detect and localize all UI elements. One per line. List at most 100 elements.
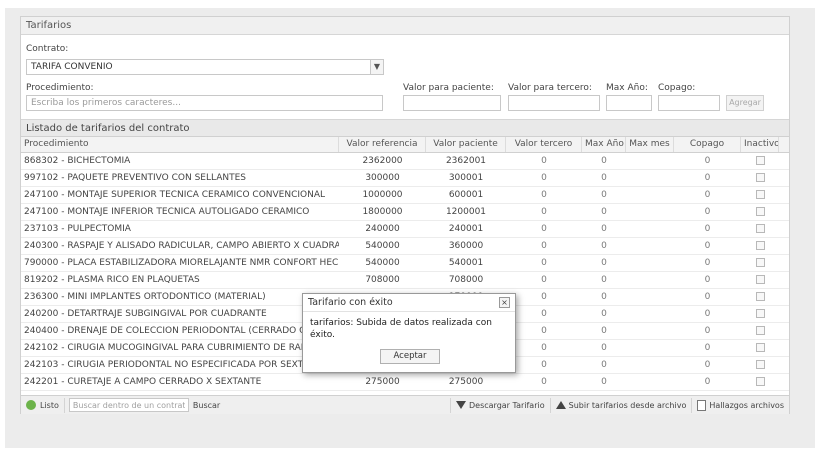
- cell-max-mes: [626, 374, 674, 390]
- cell-valor-referencia: 2362000: [362, 156, 403, 166]
- column-header-max-mes[interactable]: Max mes: [626, 137, 674, 152]
- inactivo-checkbox[interactable]: [755, 190, 765, 199]
- subir-tarifarios-button[interactable]: Subir tarifarios desde archivo: [551, 397, 693, 413]
- inactivo-checkbox[interactable]: [755, 326, 765, 335]
- column-header-inactivo[interactable]: Inactivo: [741, 137, 779, 152]
- valor-tercero-input[interactable]: [508, 95, 600, 111]
- dialog-message: tarifarios: Subida de datos realizada co…: [310, 318, 492, 340]
- cell-valor-referencia: 240000: [365, 224, 400, 234]
- table-row[interactable]: 240300 - RASPAJE Y ALISADO RADICULAR, CA…: [21, 238, 789, 255]
- valor-paciente-label: Valor para paciente:: [403, 83, 494, 93]
- table-row[interactable]: 247100 - MONTAJE SUPERIOR TECNICA CERAMI…: [21, 187, 789, 204]
- cell-procedimiento: 819202 - PLASMA RICO EN PLAQUETAS: [24, 275, 200, 285]
- cell-valor-tercero: 0: [541, 190, 547, 200]
- panel-title: Tarifarios: [21, 17, 789, 35]
- table-row[interactable]: 247100 - MONTAJE INFERIOR TECNICA AUTOLI…: [21, 204, 789, 221]
- cell-valor-tercero: 0: [541, 173, 547, 183]
- inactivo-checkbox[interactable]: [755, 292, 765, 301]
- max-anio-label: Max Año:: [606, 83, 648, 93]
- table-row[interactable]: 790000 - PLACA ESTABILIZADORA MIORELAJAN…: [21, 255, 789, 272]
- cell-inactivo: [741, 272, 779, 288]
- inactivo-checkbox[interactable]: [755, 309, 765, 318]
- buscar-button[interactable]: Buscar: [193, 401, 220, 410]
- grid-footer: Listo Buscar Descargar Tarifario Subir t…: [21, 395, 789, 414]
- procedimiento-label: Procedimiento:: [26, 83, 94, 93]
- table-row[interactable]: 819202 - PLASMA RICO EN PLAQUETAS 708000 7…: [21, 272, 789, 289]
- cell-valor-tercero: 0: [541, 241, 547, 251]
- cell-valor-paciente: 2362001: [445, 156, 487, 166]
- cell-max-anio: 0: [601, 377, 607, 387]
- column-header-copago[interactable]: Copago: [674, 137, 741, 152]
- column-header-valor-referencia[interactable]: Valor referencia: [339, 137, 426, 152]
- cell-inactivo: [741, 153, 779, 169]
- inactivo-checkbox[interactable]: [755, 224, 765, 233]
- dialog-title-bar: Tarifario con éxito ×: [303, 294, 515, 312]
- cell-inactivo: [741, 170, 779, 186]
- cell-max-mes: [626, 289, 674, 305]
- inactivo-checkbox[interactable]: [755, 343, 765, 352]
- descargar-label: Descargar Tarifario: [469, 400, 545, 410]
- cell-max-anio: 0: [601, 275, 607, 285]
- grid-caption: Listado de tarifarios del contrato: [21, 120, 789, 137]
- cell-copago: 0: [704, 241, 711, 251]
- table-row[interactable]: 237103 - PULPECTOMIA 240000 240001 0 0 0: [21, 221, 789, 238]
- contrato-select[interactable]: TARIFA CONVENIO: [26, 59, 371, 75]
- table-row[interactable]: 997102 - PAQUETE PREVENTIVO CON SELLANTE…: [21, 170, 789, 187]
- cell-max-mes: [626, 221, 674, 237]
- inactivo-checkbox[interactable]: [755, 377, 765, 386]
- inactivo-checkbox[interactable]: [755, 360, 765, 369]
- cell-procedimiento: 868302 - BICHECTOMIA: [24, 156, 131, 166]
- inactivo-checkbox[interactable]: [755, 156, 765, 165]
- table-row[interactable]: 242201 - CURETAJE A CAMPO CERRADO X SEXT…: [21, 374, 789, 391]
- cell-valor-referencia: 1800000: [362, 207, 403, 217]
- cell-valor-paciente: 360000: [448, 241, 484, 251]
- cell-max-anio: 0: [601, 292, 607, 302]
- cell-max-mes: [626, 153, 674, 169]
- cell-valor-tercero: 0: [541, 258, 547, 268]
- cell-inactivo: [741, 306, 779, 322]
- cell-procedimiento: 247100 - MONTAJE INFERIOR TECNICA AUTOLI…: [24, 207, 310, 217]
- descargar-tarifario-button[interactable]: Descargar Tarifario: [450, 397, 551, 413]
- grid-search-input[interactable]: [68, 398, 189, 412]
- inactivo-checkbox[interactable]: [755, 173, 765, 182]
- cell-max-anio: 0: [601, 258, 607, 268]
- copago-input[interactable]: [658, 95, 720, 111]
- hallazgos-archivos-button[interactable]: Hallazgos archivos: [692, 398, 789, 413]
- inactivo-checkbox[interactable]: [755, 258, 765, 267]
- cell-max-anio: 0: [601, 241, 607, 251]
- cell-copago: 0: [704, 224, 711, 234]
- inactivo-checkbox[interactable]: [755, 207, 765, 216]
- listo-button[interactable]: Listo: [21, 397, 65, 413]
- agregar-button[interactable]: Agregar: [726, 95, 764, 111]
- hallazgos-label: Hallazgos archivos: [709, 400, 784, 410]
- cell-procedimiento: 236300 - MINI IMPLANTES ORTODONTICO (MAT…: [24, 292, 266, 302]
- cell-procedimiento: 237103 - PULPECTOMIA: [24, 224, 131, 234]
- cell-max-mes: [626, 238, 674, 254]
- column-header-valor-tercero[interactable]: Valor tercero: [506, 137, 582, 152]
- contrato-label: Contrato:: [26, 44, 69, 54]
- procedimiento-input[interactable]: [26, 95, 383, 111]
- inactivo-checkbox[interactable]: [755, 241, 765, 250]
- aceptar-button[interactable]: Aceptar: [380, 349, 440, 364]
- valor-paciente-input[interactable]: [403, 95, 501, 111]
- column-header-valor-paciente[interactable]: Valor paciente: [426, 137, 506, 152]
- cell-procedimiento: 240200 - DETARTRAJE SUBGINGIVAL POR CUAD…: [24, 309, 267, 319]
- grid-header: Procedimiento Valor referencia Valor pac…: [21, 137, 789, 153]
- cell-copago: 0: [704, 309, 711, 319]
- cell-valor-tercero: 0: [541, 309, 547, 319]
- max-anio-input[interactable]: [606, 95, 652, 111]
- cell-valor-referencia: 1000000: [362, 190, 403, 200]
- column-header-max-anio[interactable]: Max Año: [582, 137, 626, 152]
- cell-valor-paciente: 275000: [448, 377, 484, 387]
- cell-valor-referencia: 300000: [365, 173, 400, 183]
- close-icon[interactable]: ×: [499, 297, 510, 308]
- inactivo-checkbox[interactable]: [755, 275, 765, 284]
- table-row[interactable]: 868302 - BICHECTOMIA 2362000 2362001 0 0 0: [21, 153, 789, 170]
- column-header-procedimiento[interactable]: Procedimiento: [21, 137, 339, 152]
- cell-valor-tercero: 0: [541, 224, 547, 234]
- chevron-down-icon[interactable]: ▼: [370, 59, 384, 75]
- cell-valor-tercero: 0: [541, 360, 547, 370]
- cell-inactivo: [741, 204, 779, 220]
- cell-valor-paciente: 600001: [448, 190, 484, 200]
- upload-arrow-icon: [555, 401, 566, 409]
